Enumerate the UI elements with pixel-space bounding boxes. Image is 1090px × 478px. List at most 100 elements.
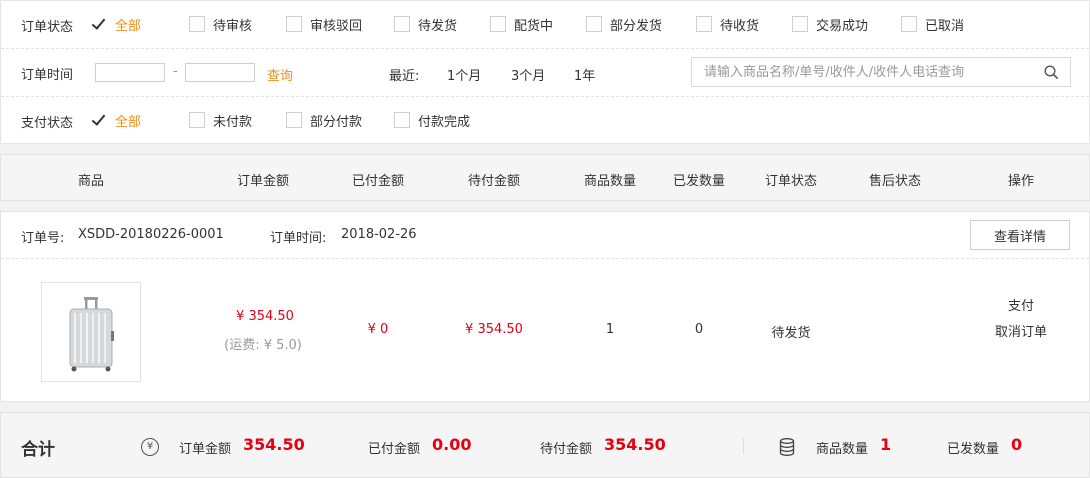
order-amount: ¥ 354.50 xyxy=(236,309,294,324)
summary-paid-label: 已付金额 xyxy=(368,442,421,457)
summary-order-amount-label: 订单金额 xyxy=(179,442,232,457)
order-status-label: 订单状态 xyxy=(21,20,74,35)
checkbox[interactable] xyxy=(286,112,302,128)
product-quantity: 1 xyxy=(605,322,615,337)
order-status-option-completed[interactable]: 交易成功 xyxy=(792,15,869,34)
checkbox[interactable] xyxy=(394,112,410,128)
order-time: 2018-02-26 xyxy=(341,227,417,242)
cancel-order-link[interactable]: 取消订单 xyxy=(995,321,1047,340)
column-header-product: 商品 xyxy=(77,174,105,189)
order-status-option-rejected[interactable]: 审核驳回 xyxy=(286,15,363,34)
pay-link[interactable]: 支付 xyxy=(1008,295,1034,314)
summary-order-amount: 354.50 xyxy=(243,435,305,454)
option-label: 部分发货 xyxy=(610,18,663,34)
recent-label: 最近: xyxy=(389,69,420,84)
pay-status-label: 支付状态 xyxy=(21,116,74,131)
order-status-option-picking[interactable]: 配货中 xyxy=(490,15,554,34)
pay-status-option-all[interactable]: 全部 xyxy=(91,111,142,130)
checkbox[interactable] xyxy=(901,16,917,32)
order-status-filter-row: 订单状态 全部 待审核 审核驳回 待发货 配货中 部分发货 待收货 交易成功 已… xyxy=(1,1,1089,49)
pay-status-option-unpaid[interactable]: 未付款 xyxy=(189,111,253,130)
column-header-paid-amount: 已付金额 xyxy=(351,174,405,189)
shipped-quantity: 0 xyxy=(694,322,704,337)
summary-paid-amount: 0.00 xyxy=(432,435,472,454)
query-link[interactable]: 查询 xyxy=(267,65,293,84)
order-number: XSDD-20180226-0001 xyxy=(78,227,224,242)
option-label: 全部 xyxy=(115,18,142,34)
checkbox[interactable] xyxy=(586,16,602,32)
start-date-input[interactable] xyxy=(95,63,165,82)
option-label: 审核驳回 xyxy=(310,18,363,34)
summary-title: 合计 xyxy=(21,440,55,460)
summary-pending-label: 待付金额 xyxy=(540,442,593,457)
option-label: 交易成功 xyxy=(816,18,869,34)
database-icon xyxy=(779,438,795,456)
recent-1-year[interactable]: 1年 xyxy=(574,65,595,84)
pay-status-option-paid[interactable]: 付款完成 xyxy=(394,111,471,130)
order-status-option-cancelled[interactable]: 已取消 xyxy=(901,15,965,34)
pay-status-option-partial-paid[interactable]: 部分付款 xyxy=(286,111,363,130)
pending-amount: ¥ 354.50 xyxy=(465,322,523,337)
checkbox[interactable] xyxy=(189,16,205,32)
column-header-order-status: 订单状态 xyxy=(764,174,818,189)
order-table-header: 商品 订单金额 已付金额 待付金额 商品数量 已发数量 订单状态 售后状态 操作 xyxy=(0,154,1090,201)
search-icon[interactable] xyxy=(1044,65,1058,79)
order-status-option-to-receive[interactable]: 待收货 xyxy=(696,15,760,34)
column-header-shipped-quantity: 已发数量 xyxy=(672,174,726,189)
checkbox[interactable] xyxy=(189,112,205,128)
order-status-option-to-ship[interactable]: 待发货 xyxy=(394,15,458,34)
column-header-pending-amount: 待付金额 xyxy=(467,174,521,189)
summary-divider xyxy=(743,438,744,454)
recent-1-month[interactable]: 1个月 xyxy=(447,65,481,84)
order-time-filter-row: 订单时间 - 查询 最近: 1个月 3个月 1年 xyxy=(1,49,1089,97)
checkbox[interactable] xyxy=(792,16,808,32)
column-header-quantity: 商品数量 xyxy=(583,174,637,189)
paid-amount: ¥ 0 xyxy=(367,322,389,337)
summary-shipped-label: 已发数量 xyxy=(947,442,1000,457)
summary-shipped: 0 xyxy=(1011,435,1023,454)
date-separator: - xyxy=(173,64,178,79)
option-label: 未付款 xyxy=(213,114,253,130)
end-date-input[interactable] xyxy=(185,63,255,82)
option-label: 配货中 xyxy=(514,18,554,34)
order-status: 待发货 xyxy=(771,326,811,341)
checkbox[interactable] xyxy=(490,16,506,32)
order-time-label: 订单时间 xyxy=(21,68,74,83)
order-number-label: 订单号: xyxy=(21,231,65,246)
summary-quantity-label: 商品数量 xyxy=(816,442,869,457)
filter-panel: 订单状态 全部 待审核 审核驳回 待发货 配货中 部分发货 待收货 交易成功 已… xyxy=(0,0,1090,144)
search-input[interactable] xyxy=(692,58,1032,86)
view-details-button[interactable]: 查看详情 xyxy=(970,220,1070,250)
order-status-option-pending-review[interactable]: 待审核 xyxy=(189,15,253,34)
order-time-label: 订单时间: xyxy=(270,231,327,246)
suitcase-image xyxy=(69,297,114,372)
search-box xyxy=(691,57,1071,87)
summary-quantity: 1 xyxy=(880,435,892,454)
shipping-fee: (运费: ¥ 5.0) xyxy=(224,338,302,353)
pay-status-filter-row: 支付状态 全部 未付款 部分付款 付款完成 xyxy=(1,97,1089,145)
product-thumbnail[interactable] xyxy=(41,282,141,382)
order-card-header: 订单号: XSDD-20180226-0001 订单时间: 2018-02-26… xyxy=(1,212,1089,259)
checkbox[interactable] xyxy=(394,16,410,32)
checkbox[interactable] xyxy=(91,112,107,128)
option-label: 全部 xyxy=(115,114,142,130)
column-header-order-amount: 订单金额 xyxy=(236,174,290,189)
order-status-option-partial-shipped[interactable]: 部分发货 xyxy=(586,15,663,34)
option-label: 待收货 xyxy=(720,18,760,34)
option-label: 待发货 xyxy=(418,18,458,34)
option-label: 已取消 xyxy=(925,18,965,34)
option-label: 部分付款 xyxy=(310,114,363,130)
order-card: 订单号: XSDD-20180226-0001 订单时间: 2018-02-26… xyxy=(0,211,1090,402)
option-label: 付款完成 xyxy=(418,114,471,130)
checkbox[interactable] xyxy=(696,16,712,32)
order-status-option-all[interactable]: 全部 xyxy=(91,15,142,34)
option-label: 待审核 xyxy=(213,18,253,34)
column-header-after-sale-status: 售后状态 xyxy=(868,174,922,189)
yen-circle-icon: ¥ xyxy=(141,438,159,456)
summary-bar: 合计 ¥ 订单金额 354.50 已付金额 0.00 待付金额 354.50 商… xyxy=(0,412,1090,478)
summary-pending-amount: 354.50 xyxy=(604,435,666,454)
recent-3-months[interactable]: 3个月 xyxy=(511,65,545,84)
checkbox[interactable] xyxy=(91,16,107,32)
column-header-actions: 操作 xyxy=(1007,174,1035,189)
checkbox[interactable] xyxy=(286,16,302,32)
